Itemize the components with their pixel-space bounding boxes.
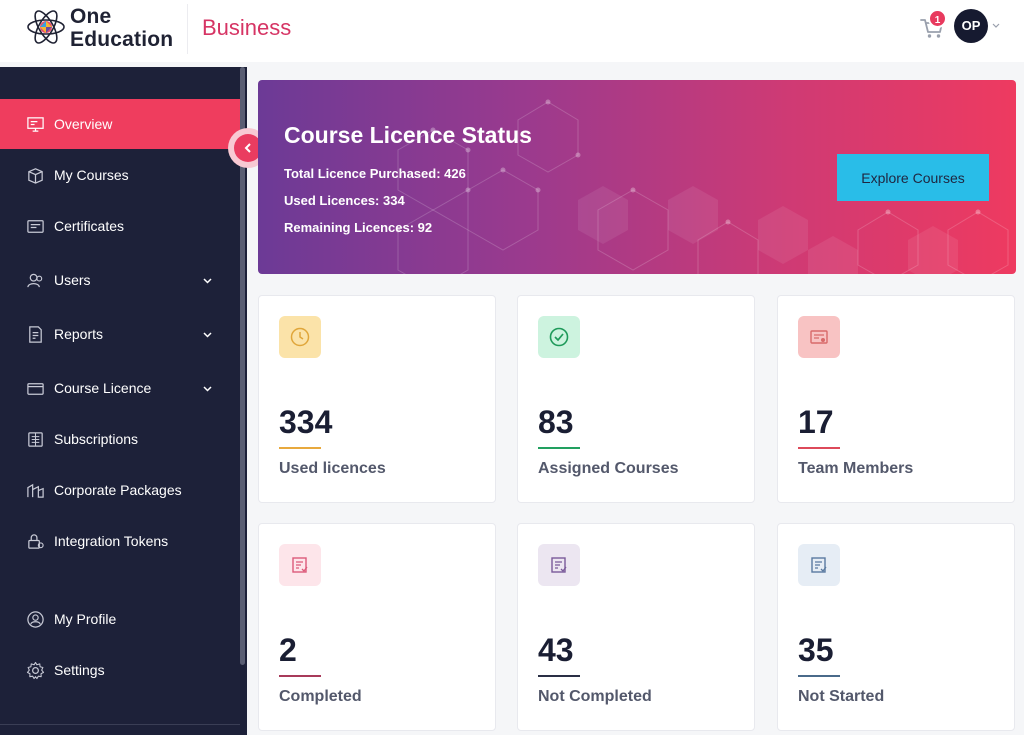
lock-icon xyxy=(28,533,44,549)
stat-label: Assigned Courses xyxy=(538,460,679,477)
sidebar-item-certificates[interactable]: Certificates xyxy=(0,201,240,251)
card-icon-wrapper xyxy=(279,544,321,586)
chevron-down-icon[interactable] xyxy=(201,382,214,395)
sidebar-item-label: Corporate Packages xyxy=(54,482,182,498)
header-divider xyxy=(187,4,188,54)
logo-text: One Education xyxy=(70,5,173,51)
sidebar-item-label: Reports xyxy=(54,326,104,342)
overview-icon xyxy=(27,116,44,132)
sidebar-divider xyxy=(0,724,240,725)
brand-subtitle: Business xyxy=(202,15,292,40)
stat-label: Not Completed xyxy=(538,688,652,705)
stat-underline xyxy=(798,675,840,677)
sidebar-item-label: Settings xyxy=(54,662,105,678)
sidebar: Overview My Courses Certificates Users R… xyxy=(0,67,247,735)
sidebar-item-label: Overview xyxy=(54,116,113,132)
licence-icon xyxy=(27,382,44,395)
report-icon xyxy=(292,557,308,573)
check-circle-icon xyxy=(549,327,569,347)
sidebar-item-label: Course Licence xyxy=(54,380,152,396)
card-icon-wrapper xyxy=(798,544,840,586)
sidebar-item-settings[interactable]: Settings xyxy=(0,645,240,695)
card-icon-wrapper xyxy=(538,544,580,586)
clock-icon xyxy=(290,327,310,347)
stat-card-not-completed[interactable]: 43 Not Completed xyxy=(517,523,755,731)
chevron-down-icon[interactable] xyxy=(201,328,214,341)
certificate-icon xyxy=(27,219,44,233)
card-icon-wrapper xyxy=(538,316,580,358)
logo-line-1: One xyxy=(70,5,112,28)
sidebar-item-label: My Courses xyxy=(54,167,129,183)
stat-card-team-members[interactable]: 17 Team Members xyxy=(777,295,1015,503)
cart-count-badge: 1 xyxy=(928,9,947,28)
sidebar-item-label: Integration Tokens xyxy=(54,533,169,549)
sidebar-item-users[interactable]: Users xyxy=(0,255,240,305)
profile-icon xyxy=(27,610,44,628)
logo-line-2: Education xyxy=(70,28,174,51)
sidebar-item-overview[interactable]: Overview xyxy=(0,99,240,149)
atom-logo-icon xyxy=(27,10,65,44)
stat-value: 43 xyxy=(538,632,574,668)
stat-label: Completed xyxy=(279,688,362,705)
sidebar-item-label: Users xyxy=(54,272,91,288)
chevron-down-icon[interactable] xyxy=(201,274,214,287)
logo[interactable]: One Education xyxy=(26,5,186,51)
sidebar-item-label: Subscriptions xyxy=(54,431,139,447)
packages-icon xyxy=(27,483,44,498)
sidebar-item-reports[interactable]: Reports xyxy=(0,309,240,359)
stat-value: 35 xyxy=(798,632,834,668)
sidebar-item-subscriptions[interactable]: Subscriptions xyxy=(0,414,240,464)
top-header: One Education Business 1 OP xyxy=(0,0,1024,62)
report-icon xyxy=(811,557,827,573)
sidebar-item-label: My Profile xyxy=(54,611,117,627)
stat-underline xyxy=(538,675,580,677)
sidebar-item-my-profile[interactable]: My Profile xyxy=(0,594,240,644)
licence-status-banner: Course Licence Status Total Licence Purc… xyxy=(258,80,1016,274)
sidebar-item-course-licence[interactable]: Course Licence xyxy=(0,363,240,413)
stat-value: 2 xyxy=(279,632,297,668)
stat-card-used-licences[interactable]: 334 Used licences xyxy=(258,295,496,503)
stat-label: Used licences xyxy=(279,460,386,477)
users-icon xyxy=(27,273,43,287)
stat-underline xyxy=(798,447,840,449)
stat-underline xyxy=(279,447,321,449)
user-avatar[interactable]: OP xyxy=(954,9,988,43)
stat-card-assigned-courses[interactable]: 83 Assigned Courses xyxy=(517,295,755,503)
sidebar-item-corporate-packages[interactable]: Corporate Packages xyxy=(0,465,240,515)
total-licence-text: Total Licence Purchased: 426 xyxy=(284,166,466,181)
gear-icon xyxy=(26,661,45,679)
explore-courses-button[interactable]: Explore Courses xyxy=(837,154,989,201)
courses-icon xyxy=(28,167,43,184)
used-licence-text: Used Licences: 334 xyxy=(284,193,405,208)
stat-card-completed[interactable]: 2 Completed xyxy=(258,523,496,731)
card-icon-wrapper xyxy=(798,316,840,358)
stat-value: 83 xyxy=(538,404,574,440)
stat-underline xyxy=(538,447,580,449)
sidebar-item-integration-tokens[interactable]: Integration Tokens xyxy=(0,516,240,566)
subscriptions-icon xyxy=(28,431,43,447)
remaining-licence-text: Remaining Licences: 92 xyxy=(284,220,433,235)
stat-label: Not Started xyxy=(798,688,885,705)
banner-title: Course Licence Status xyxy=(284,122,532,148)
reports-icon xyxy=(29,325,42,343)
stat-value: 334 xyxy=(279,404,333,440)
report-icon xyxy=(551,557,567,573)
card-icon-wrapper xyxy=(279,316,321,358)
sidebar-item-my-courses[interactable]: My Courses xyxy=(0,150,240,200)
stat-card-not-started[interactable]: 35 Not Started xyxy=(777,523,1015,731)
certificate-icon xyxy=(810,330,828,344)
stat-label: Team Members xyxy=(798,460,914,477)
stat-value: 17 xyxy=(798,404,834,440)
chevron-down-icon[interactable] xyxy=(991,20,1001,30)
stat-underline xyxy=(279,675,321,677)
sidebar-item-label: Certificates xyxy=(54,218,125,234)
